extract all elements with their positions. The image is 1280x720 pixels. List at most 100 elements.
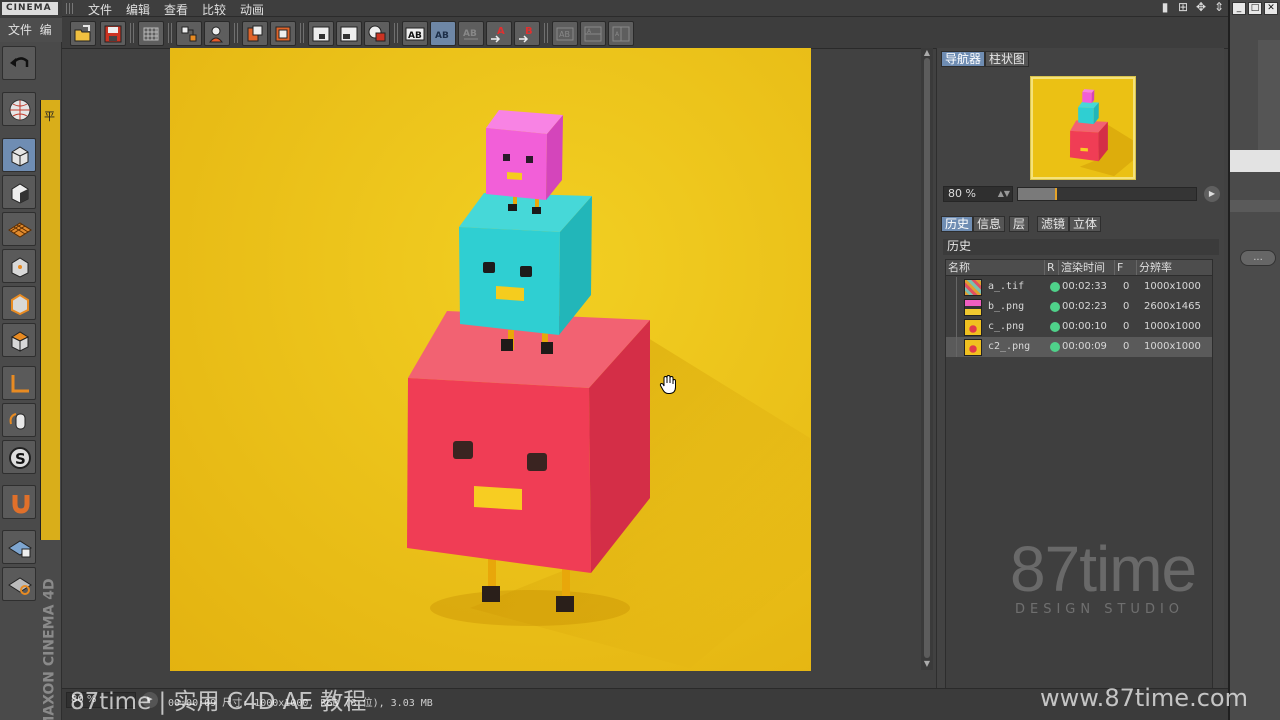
col-r[interactable]: R [1044,260,1055,275]
edges-mode-icon[interactable] [2,286,36,320]
history-header: 名称 R 渲染时间 F 分辨率 [946,260,1212,276]
points-mode-icon[interactable] [2,249,36,283]
grid-icon[interactable] [138,21,164,46]
render-image[interactable] [170,48,811,671]
ab-active-icon[interactable]: AB [430,21,456,46]
col-render-time[interactable]: 渲染时间 [1058,260,1105,275]
viewport-alt-icon[interactable] [336,21,362,46]
history-resolution: 1000x1000 [1144,321,1201,332]
tab-layers[interactable]: 层 [1009,216,1030,232]
history-row-selected[interactable]: c2_.png 00:00:09 0 1000x1000 [946,337,1212,357]
svg-text:AB: AB [435,31,449,41]
svg-text:AB: AB [408,31,422,41]
globe-tool-icon[interactable] [2,92,36,126]
pin-icon[interactable]: ⇕ [1212,0,1226,14]
brand-watermark: 87time [1010,533,1197,605]
open-icon[interactable] [70,21,96,46]
history-name: c2_.png [988,341,1031,352]
save-icon[interactable] [100,21,126,46]
history-resolution: 2600x1465 [1144,301,1201,312]
menu-file[interactable]: 文件 [8,23,32,37]
zoom-spinner-icon[interactable]: ▲▼ [998,187,1010,201]
col-frame[interactable]: F [1114,260,1123,275]
workplane-icon[interactable] [2,212,36,246]
compare-1-icon[interactable]: AB [552,21,578,46]
history-resolution: 1000x1000 [1144,281,1201,292]
menu-grip [66,3,74,14]
polygons-mode-icon[interactable] [2,323,36,357]
tagline-watermark: DESIGN STUDIO [1015,602,1185,617]
main-window-menu: 文件 编 [0,18,62,42]
history-name: b_.png [988,301,1025,312]
tab-info[interactable]: 信息 [973,216,1006,232]
history-row[interactable]: b_.png 00:02:23 0 2600x1465 [946,297,1212,317]
axis-icon[interactable] [2,366,36,400]
more-options-button[interactable]: ... [1240,250,1276,266]
col-resolution[interactable]: 分辨率 [1136,260,1172,275]
history-row[interactable]: a_.tif 00:02:33 0 1000x1000 [946,277,1212,297]
tab-filter[interactable]: 滤镜 [1037,216,1070,232]
picture-viewer-menubar: 文件 编辑 查看 比较 动画 ▮ ⊞ ✥ ⇕ [62,0,1228,17]
ab-disabled-icon[interactable]: AB [458,21,484,46]
zoom-field[interactable]: 80 % ▲▼ [943,186,1013,202]
svg-text:B: B [525,26,533,37]
zoom-slider[interactable] [1017,187,1197,201]
pv-menu-view[interactable]: 查看 [164,1,188,18]
navigator-zoom-row: 80 % ▲▼ ▶ [943,186,1220,202]
image-thumbnail [964,339,982,356]
tab-histogram[interactable]: 柱状图 [985,51,1030,67]
navigator-thumbnail[interactable] [1030,76,1136,180]
ab-icon[interactable]: AB [402,21,428,46]
tab-stereo[interactable]: 立体 [1069,216,1102,232]
undo-button[interactable] [2,46,36,80]
close-button[interactable]: ✕ [1264,2,1278,15]
pv-menu-file[interactable]: 文件 [88,1,112,18]
scroll-up-icon[interactable]: ▲ [922,49,932,57]
col-name[interactable]: 名称 [946,260,970,275]
svg-text:A: A [497,26,505,37]
maximize-button[interactable]: □ [1248,2,1262,15]
history-row[interactable]: c_.png 00:00:10 0 1000x1000 [946,317,1212,337]
image-thumbnail [964,299,982,316]
status-dot [1050,282,1060,292]
snap-icon[interactable]: S [2,440,36,474]
lock-workplane-icon[interactable] [2,530,36,564]
pv-menu-animation[interactable]: 动画 [240,1,264,18]
eye-icon[interactable] [364,21,390,46]
pv-menu-edit[interactable]: 编辑 [126,1,150,18]
compare-2-icon[interactable]: A [580,21,606,46]
magnet-icon[interactable] [2,485,36,519]
svg-text:S: S [15,450,26,468]
scroll-down-icon[interactable]: ▼ [922,660,932,668]
planar-workplane-icon[interactable] [2,567,36,601]
viewport-icon[interactable] [308,21,334,46]
model-mode-icon[interactable] [2,138,36,172]
image-scrollbar[interactable]: ▲ ▼ [921,48,933,670]
main-window-titlebar: CINEMA [0,0,62,18]
image-thumbnail [964,279,982,296]
filter-paste-icon[interactable] [270,21,296,46]
tab-history[interactable]: 历史 [941,216,974,232]
pv-menu-compare[interactable]: 比较 [202,1,226,18]
layers-icon[interactable] [176,21,202,46]
new-panel-icon[interactable]: ⊞ [1176,0,1190,14]
viewport-label: 平 [44,110,55,123]
set-a-icon[interactable]: A [486,21,512,46]
move-panel-icon[interactable]: ✥ [1194,0,1208,14]
tweak-mode-icon[interactable] [2,403,36,437]
zoom-apply-icon[interactable]: ▶ [1204,186,1220,202]
layout-icon[interactable]: ▮ [1158,0,1172,14]
image-thumbnail [964,319,982,336]
status-dot [1050,342,1060,352]
course-watermark: 87time | 实用 C4D AE 教程 [70,689,367,715]
compare-3-icon[interactable]: A [608,21,634,46]
texture-mode-icon[interactable] [2,175,36,209]
menu-edit[interactable]: 编 [40,23,52,37]
set-b-icon[interactable]: B [514,21,540,46]
zoom-slider-fill [1018,188,1058,200]
tab-navigator[interactable]: 导航器 [941,51,986,67]
scroll-thumb[interactable] [924,58,930,658]
minimize-button[interactable]: _ [1232,2,1246,15]
filter-copy-icon[interactable] [242,21,268,46]
person-icon[interactable] [204,21,230,46]
